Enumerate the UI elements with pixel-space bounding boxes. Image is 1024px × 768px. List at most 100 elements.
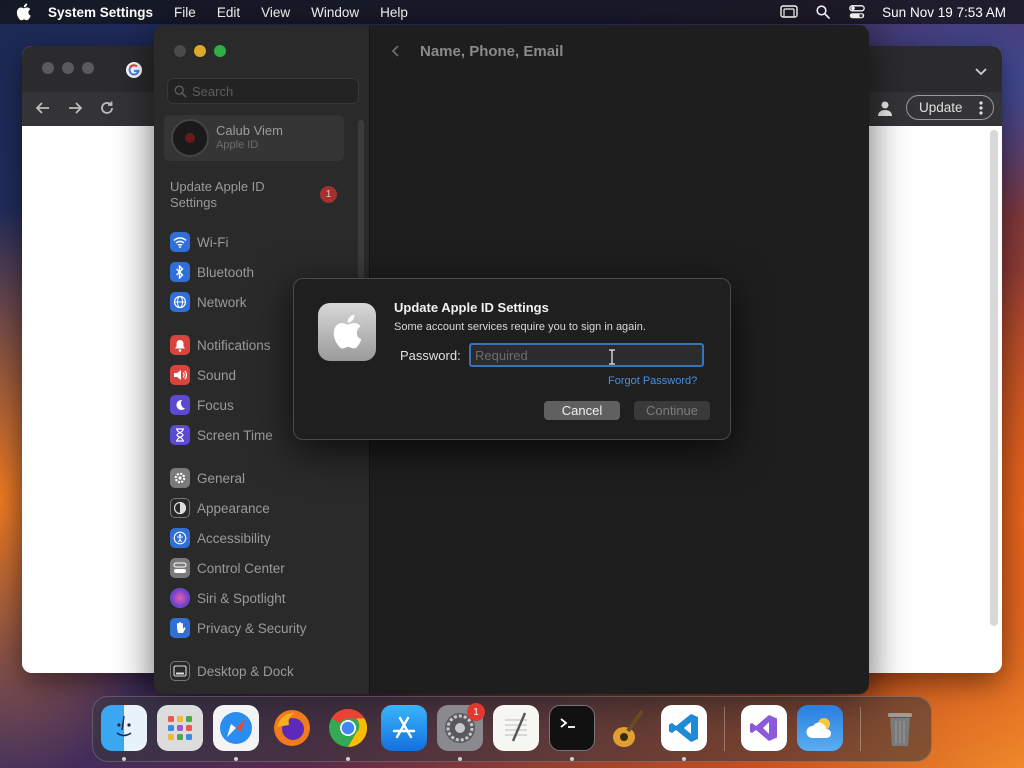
hand-icon: [170, 618, 190, 638]
forgot-password-link[interactable]: Forgot Password?: [608, 375, 697, 387]
forward-arrow-icon[interactable]: [66, 99, 84, 117]
trash-icon[interactable]: [877, 705, 923, 751]
appearance-icon: [170, 498, 190, 518]
apple-menu-icon[interactable]: [16, 3, 34, 21]
profile-icon[interactable]: [876, 99, 894, 117]
bell-icon: [170, 335, 190, 355]
hourglass-icon: [170, 425, 190, 445]
chrome-close-button[interactable]: [42, 62, 54, 74]
textedit-icon[interactable]: [493, 705, 539, 751]
more-options-icon[interactable]: [979, 101, 983, 115]
sidebar-item-notifications[interactable]: Notifications: [170, 335, 271, 355]
text-cursor-icon: [608, 349, 616, 365]
update-count-badge: 1: [320, 186, 337, 203]
sidebar-item-screen-time[interactable]: Screen Time: [170, 425, 273, 445]
password-field[interactable]: [469, 343, 704, 367]
wifi-icon: [170, 232, 190, 252]
garageband-icon[interactable]: [605, 705, 651, 751]
terminal-icon[interactable]: [549, 705, 595, 751]
sidebar-item-label: Focus: [197, 397, 234, 413]
gear-icon: [170, 468, 190, 488]
safari-icon[interactable]: [213, 705, 259, 751]
sidebar-item-label: Control Center: [197, 560, 285, 576]
chrome-icon[interactable]: [325, 705, 371, 751]
system-settings-running-indicator: [458, 757, 462, 761]
menu-view[interactable]: View: [261, 5, 290, 20]
menu-file[interactable]: File: [174, 5, 196, 20]
sidebar-item-general[interactable]: General: [170, 468, 245, 488]
moon-icon: [170, 395, 190, 415]
menu-help[interactable]: Help: [380, 5, 408, 20]
sidebar-item-appearance[interactable]: Appearance: [170, 498, 270, 518]
bluetooth-icon: [170, 262, 190, 282]
password-label: Password:: [400, 348, 461, 363]
settings-minimize-button[interactable]: [194, 45, 206, 57]
sidebar-item-label: Desktop & Dock: [197, 663, 294, 679]
apple-id-profile[interactable]: Calub Viem Apple ID: [164, 115, 344, 161]
cancel-button[interactable]: Cancel: [544, 401, 620, 420]
reload-icon[interactable]: [98, 99, 116, 117]
settings-zoom-button[interactable]: [214, 45, 226, 57]
dock-separator: [860, 707, 861, 751]
finder-icon[interactable]: [101, 705, 147, 751]
back-chevron-icon[interactable]: [390, 44, 402, 58]
sidebar-item-label: Screen Time: [197, 427, 273, 443]
sidebar-item-label: Appearance: [197, 500, 270, 516]
dock: 1: [92, 696, 932, 762]
finder-running-indicator: [122, 757, 126, 761]
sidebar-item-label: Privacy & Security: [197, 620, 307, 636]
sidebar-item-privacy-security[interactable]: Privacy & Security: [170, 618, 307, 638]
chrome-scrollbar[interactable]: [990, 130, 998, 626]
app-store-icon[interactable]: [381, 705, 427, 751]
weather-icon[interactable]: [797, 705, 843, 751]
menu-bar: System Settings File Edit View Window He…: [0, 0, 1024, 24]
sidebar-scrollbar[interactable]: [358, 120, 364, 290]
menu-edit[interactable]: Edit: [217, 5, 240, 20]
sidebar-item-label: General: [197, 470, 246, 486]
chrome-update-button[interactable]: Update: [906, 95, 994, 120]
sidebar-item-network[interactable]: Network: [170, 292, 247, 312]
chrome-running-indicator: [346, 757, 350, 761]
menu-clock[interactable]: Sun Nov 19 7:53 AM: [882, 5, 1006, 20]
settings-close-button[interactable]: [174, 45, 186, 57]
screen-mirroring-icon[interactable]: [780, 4, 798, 20]
search-icon: [174, 85, 187, 98]
chrome-zoom-button[interactable]: [82, 62, 94, 74]
sidebar-item-label: Accessibility: [197, 530, 271, 546]
settings-search-input[interactable]: Search: [167, 78, 359, 104]
menu-window[interactable]: Window: [311, 5, 359, 20]
dialog-title: Update Apple ID Settings: [394, 300, 549, 315]
google-favicon-icon[interactable]: [126, 62, 142, 78]
back-arrow-icon[interactable]: [34, 99, 52, 117]
dock-separator: [724, 707, 725, 751]
dock-icon: [170, 661, 190, 681]
menu-app-name[interactable]: System Settings: [48, 5, 153, 20]
sidebar-item-focus[interactable]: Focus: [170, 395, 234, 415]
update-apple-id-settings-item[interactable]: Update Apple ID Settings: [170, 179, 280, 211]
sidebar-item-label: Network: [197, 294, 247, 310]
sidebar-item-wifi[interactable]: Wi-Fi: [170, 232, 228, 252]
network-globe-icon: [170, 292, 190, 312]
control-center-toggle-icon[interactable]: [848, 4, 866, 20]
sidebar-item-accessibility[interactable]: Accessibility: [170, 528, 271, 548]
speaker-icon: [170, 365, 190, 385]
siri-icon: [170, 588, 190, 608]
sidebar-item-label: Bluetooth: [197, 264, 255, 280]
accessibility-icon: [170, 528, 190, 548]
sidebar-item-sound[interactable]: Sound: [170, 365, 236, 385]
sidebar-item-control-center[interactable]: Control Center: [170, 558, 285, 578]
search-placeholder: Search: [192, 83, 234, 99]
profile-name: Calub Viem: [216, 123, 283, 138]
continue-button[interactable]: Continue: [634, 401, 710, 420]
sidebar-item-desktop-dock[interactable]: Desktop & Dock: [170, 661, 294, 681]
sidebar-item-siri-spotlight[interactable]: Siri & Spotlight: [170, 588, 286, 608]
firefox-icon[interactable]: [269, 705, 315, 751]
spotlight-search-icon[interactable]: [814, 4, 832, 20]
launchpad-icon[interactable]: [157, 705, 203, 751]
tab-search-chevron-icon[interactable]: [974, 64, 988, 76]
sidebar-item-bluetooth[interactable]: Bluetooth: [170, 262, 254, 282]
visual-studio-icon[interactable]: [741, 705, 787, 751]
dialog-message: Some account services require you to sig…: [394, 321, 646, 333]
vscode-icon[interactable]: [661, 705, 707, 751]
chrome-minimize-button[interactable]: [62, 62, 74, 74]
